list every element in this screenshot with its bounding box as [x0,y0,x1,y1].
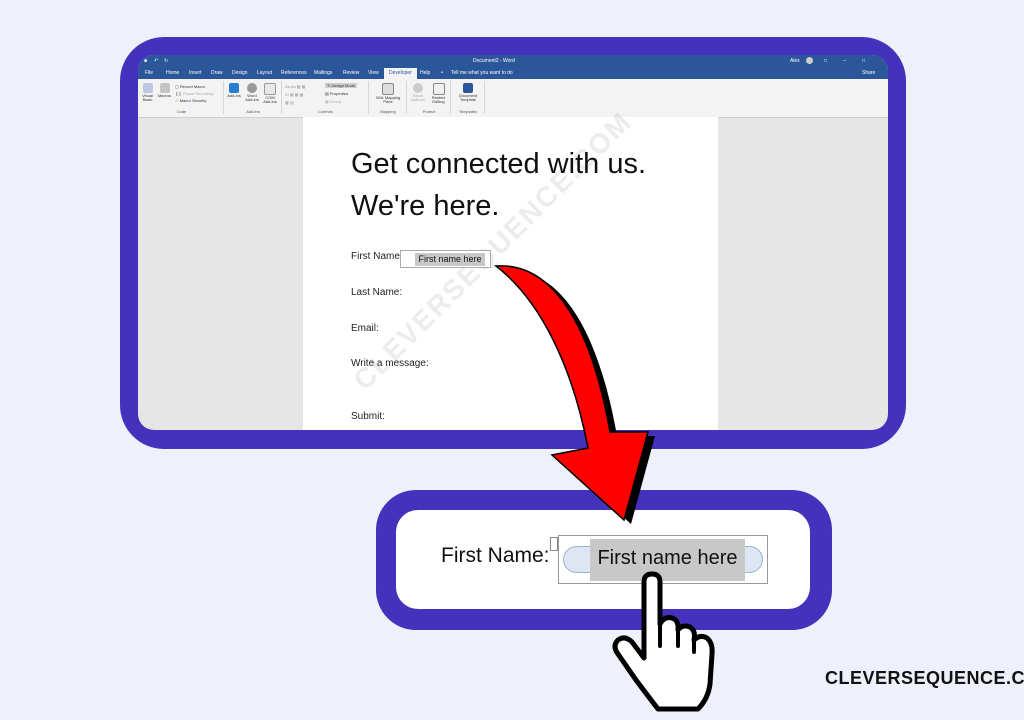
brand-logo: CLEVERSEQUENCE.COM [825,668,1024,688]
annotation-overlay [493,265,715,712]
red-arrow-icon [493,265,655,524]
hand-pointer-icon [612,571,715,712]
